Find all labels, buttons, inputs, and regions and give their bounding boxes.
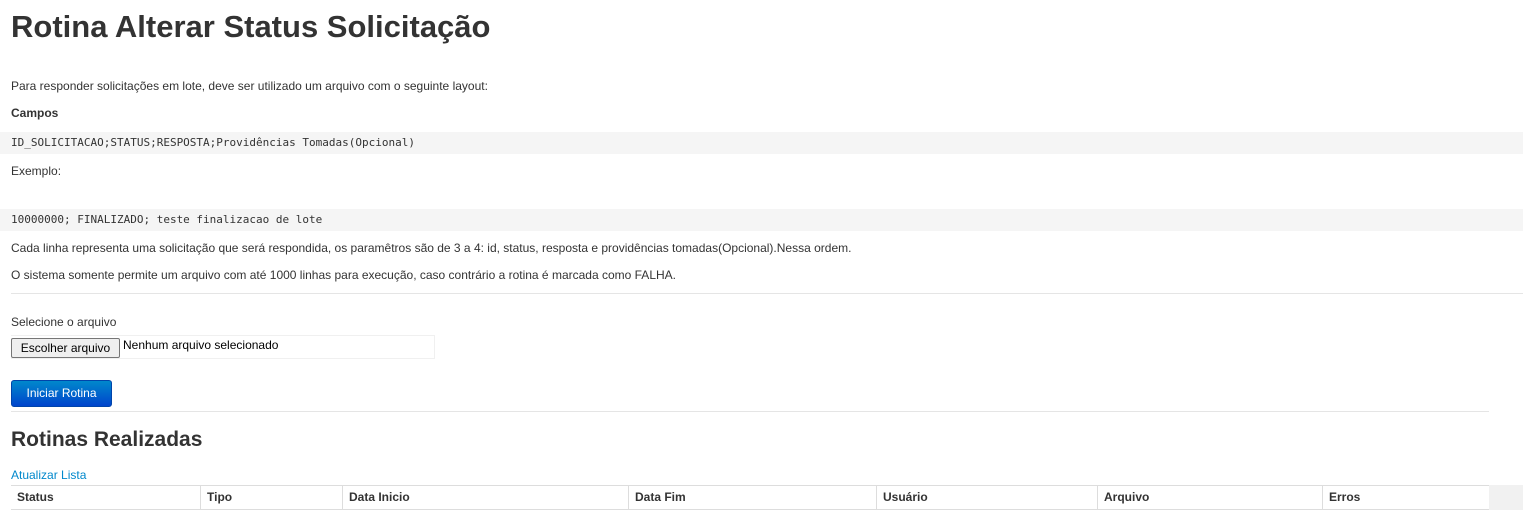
table-scrollbar[interactable]: [1489, 485, 1523, 510]
column-header-erros[interactable]: Erros: [1322, 486, 1489, 509]
intro-text: Para responder solicitações em lote, dev…: [11, 79, 488, 93]
file-select-label: Selecione o arquivo: [11, 315, 117, 329]
explanation-text-1: Cada linha representa uma solicitação qu…: [11, 241, 852, 255]
column-header-tipo[interactable]: Tipo: [200, 486, 342, 509]
example-code-block: 10000000; FINALIZADO; teste finalizacao …: [0, 209, 1523, 231]
column-header-data-inicio[interactable]: Data Inicio: [342, 486, 628, 509]
choose-file-button[interactable]: Escolher arquivo: [11, 338, 120, 358]
column-header-arquivo[interactable]: Arquivo: [1097, 486, 1322, 509]
divider-bottom: [11, 411, 1489, 412]
page: Rotina Alterar Status Solicitação Para r…: [0, 0, 1523, 520]
example-label: Exemplo:: [11, 164, 62, 178]
column-header-data-fim[interactable]: Data Fim: [628, 486, 876, 509]
explanation-text-2: O sistema somente permite um arquivo com…: [11, 268, 676, 282]
fields-code-block: ID_SOLICITACAO;STATUS;RESPOSTA;Providênc…: [0, 132, 1523, 154]
routines-heading: Rotinas Realizadas: [11, 428, 203, 451]
divider-top: [11, 293, 1523, 294]
column-header-status[interactable]: Status: [11, 486, 200, 509]
file-status-text: Nenhum arquivo selecionado: [123, 338, 279, 352]
routines-table-header: Status Tipo Data Inicio Data Fim Usuário…: [11, 485, 1489, 510]
refresh-list-link[interactable]: Atualizar Lista: [11, 467, 86, 483]
start-routine-button[interactable]: Iniciar Rotina: [11, 380, 112, 407]
fields-heading: Campos: [11, 106, 59, 120]
column-header-usuario[interactable]: Usuário: [876, 486, 1097, 509]
page-title: Rotina Alterar Status Solicitação: [11, 9, 491, 44]
